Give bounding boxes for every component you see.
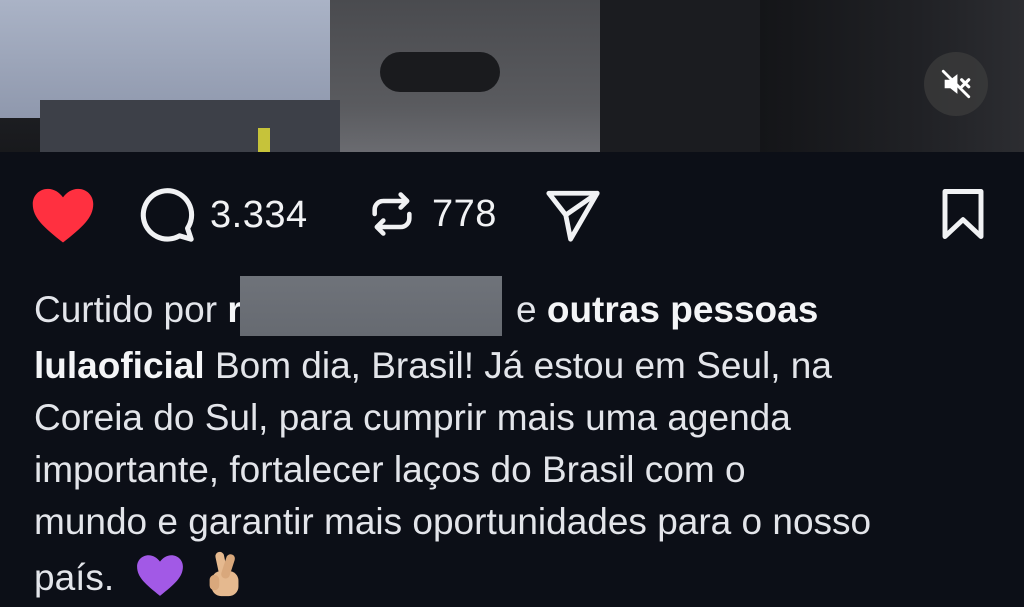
post-text: Curtido por r e outras pessoas lulaofici… xyxy=(34,276,1014,607)
speaker-muted-icon xyxy=(941,69,971,99)
comment-bubble-icon xyxy=(140,188,195,242)
comment-count: 3.334 xyxy=(210,193,308,236)
bookmark-icon xyxy=(942,189,984,239)
like-button[interactable] xyxy=(30,184,96,246)
liked-by-line: Curtido por r e outras pessoas xyxy=(34,276,1014,336)
crossed-fingers-icon xyxy=(205,548,245,607)
heart-filled-icon xyxy=(32,188,94,243)
caption-line-2: Coreia do Sul, para cumprir mais uma age… xyxy=(34,397,791,438)
video-person-leg xyxy=(40,100,340,152)
caption-text-1: Bom dia, Brasil! Já estou em Seul, na xyxy=(214,345,832,386)
comment-button[interactable]: 3.334 xyxy=(138,186,308,244)
caption-line-3: importante, fortalecer laços do Brasil c… xyxy=(34,449,746,490)
caption-line-1: lulaoficial Bom dia, Brasil! Já estou em… xyxy=(34,340,1014,392)
video-shoe xyxy=(380,52,500,92)
purple-heart-icon xyxy=(135,552,185,607)
caption-line-4: mundo e garantir mais oportunidades para… xyxy=(34,501,872,542)
redacted-username-box xyxy=(239,276,502,336)
post-video[interactable] xyxy=(0,0,1024,152)
liked-by-others[interactable]: outras pessoas xyxy=(547,289,818,330)
paper-plane-icon xyxy=(546,190,600,242)
save-button[interactable] xyxy=(936,186,990,242)
share-button[interactable] xyxy=(542,186,604,244)
caption-text-5: país. xyxy=(34,557,115,598)
caption-line-5: país. xyxy=(34,548,1014,607)
liked-by-connector: e xyxy=(516,289,537,330)
liked-by-prefix: Curtido por xyxy=(34,289,218,330)
mute-button[interactable] xyxy=(924,52,988,116)
action-bar: 3.334 778 xyxy=(0,178,1024,252)
repost-button[interactable]: 778 xyxy=(366,188,497,240)
caption-username[interactable]: lulaoficial xyxy=(34,345,205,386)
repost-count: 778 xyxy=(432,192,497,235)
repost-arrows-icon xyxy=(372,192,412,236)
instagram-post: 3.334 778 Curtido por r e outras pessoas… xyxy=(0,0,1024,607)
video-yellow-accent xyxy=(258,128,270,152)
video-dark-figure xyxy=(600,0,760,152)
